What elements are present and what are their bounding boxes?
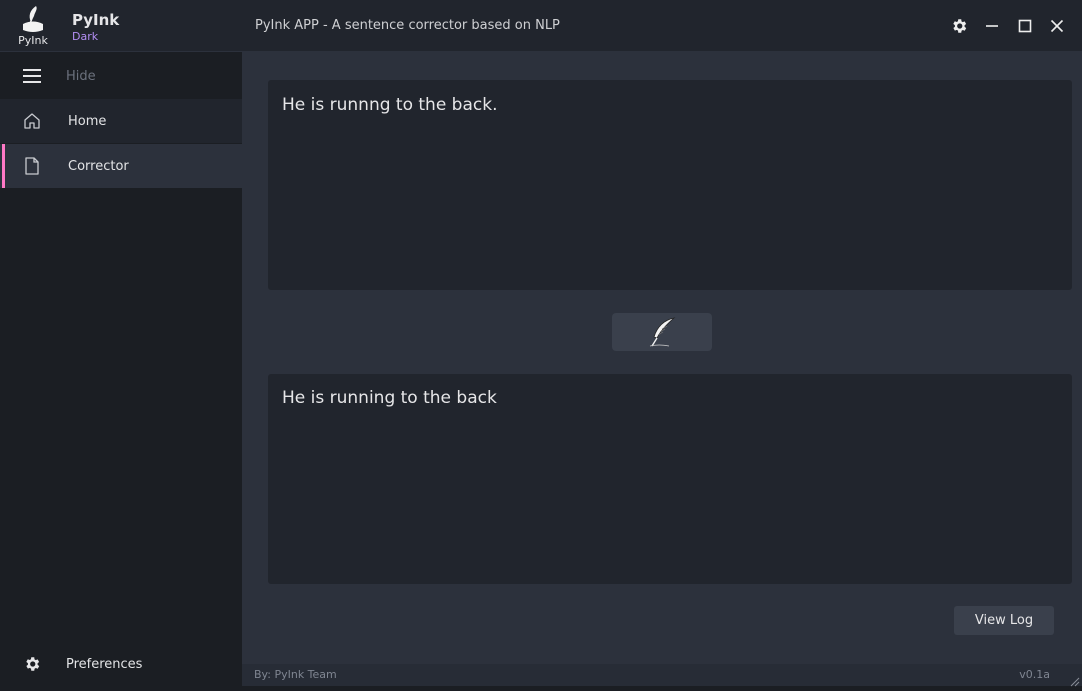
maximize-icon: [1018, 19, 1032, 33]
gear-icon: [22, 654, 42, 674]
ink-bottle-icon: [23, 6, 43, 32]
app-name: PyInk: [72, 11, 120, 29]
footer-bar: By: PyInk Team v0.1a: [242, 664, 1082, 687]
home-icon: [22, 111, 42, 131]
correct-button[interactable]: [612, 313, 712, 351]
sidebar-toggle-label: Hide: [66, 68, 96, 84]
input-text-area[interactable]: He is runnng to the back.: [268, 80, 1072, 290]
sidebar-item-label: Home: [68, 113, 107, 129]
input-text: He is runnng to the back.: [282, 95, 498, 115]
version-label: v0.1a: [1019, 668, 1050, 681]
credit-label: By: PyInk Team: [254, 668, 337, 681]
main-content: He is runnng to the back. He is running …: [242, 52, 1082, 687]
sidebar-toggle-button[interactable]: Hide: [0, 54, 242, 98]
logo-text: PyInk: [18, 34, 48, 47]
active-indicator: [2, 144, 5, 188]
gear-icon: [953, 19, 967, 33]
output-text: He is running to the back: [282, 388, 497, 408]
sidebar: Hide Home Corrector Preferences: [0, 52, 242, 686]
app-logo: PyInk: [8, 4, 58, 50]
hamburger-menu-icon: [22, 66, 42, 86]
settings-button[interactable]: [946, 13, 972, 39]
preferences-button[interactable]: Preferences: [0, 642, 242, 686]
output-text-area[interactable]: He is running to the back: [268, 374, 1072, 584]
view-log-button[interactable]: View Log: [954, 606, 1054, 635]
window-title: PyInk APP - A sentence corrector based o…: [255, 18, 560, 33]
sidebar-item-home[interactable]: Home: [0, 99, 242, 143]
app-theme-label: Dark: [72, 30, 99, 43]
resize-grip-icon[interactable]: [1068, 672, 1080, 687]
sidebar-item-label: Corrector: [68, 158, 129, 174]
quill-icon: [649, 317, 676, 347]
title-bar: PyInk PyInk Dark PyInk APP - A sentence …: [0, 0, 1082, 52]
minimize-icon: [986, 25, 998, 27]
maximize-button[interactable]: [1012, 13, 1038, 39]
file-icon: [22, 156, 42, 176]
minimize-button[interactable]: [979, 13, 1005, 39]
close-icon: [1050, 19, 1064, 33]
sidebar-item-corrector[interactable]: Corrector: [0, 144, 242, 188]
preferences-label: Preferences: [66, 656, 143, 672]
close-button[interactable]: [1044, 13, 1070, 39]
